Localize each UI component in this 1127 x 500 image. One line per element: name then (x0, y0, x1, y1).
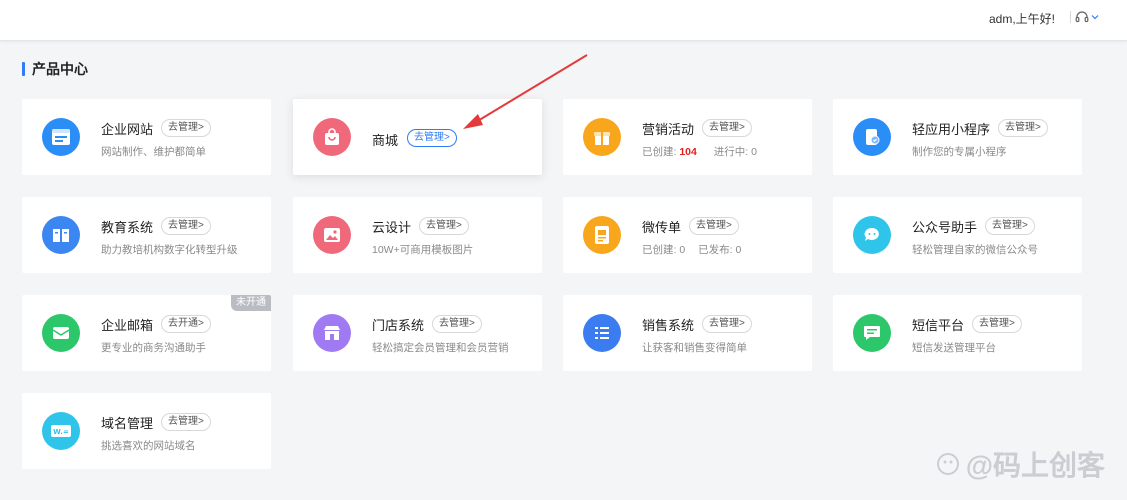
published-label: 已发布: (698, 244, 733, 256)
manage-button[interactable]: 去管理> (972, 315, 1022, 333)
product-desc: 制作您的专属小程序 (912, 146, 1007, 158)
message-icon (853, 314, 891, 352)
product-name: 商城 (372, 133, 399, 148)
product-card-email[interactable]: 未开通 企业邮箱 去开通> 更专业的商务沟通助手 (22, 295, 271, 371)
product-desc: 让获客和销售变得简单 (642, 342, 747, 354)
watermark-text: @码上创客 (965, 450, 1105, 481)
created-count: 0 (679, 244, 686, 256)
product-name: 企业网站 (101, 122, 154, 137)
manage-button[interactable]: 去管理> (407, 129, 457, 147)
manage-button[interactable]: 去管理> (985, 217, 1035, 235)
product-name: 企业邮箱 (101, 318, 154, 333)
mini-program-icon (853, 118, 891, 156)
product-name: 营销活动 (642, 122, 695, 137)
watermark-logo-icon (936, 453, 959, 475)
product-name: 公众号助手 (912, 220, 978, 235)
headset-icon (1075, 11, 1089, 23)
manage-button[interactable]: 去管理> (998, 119, 1048, 137)
product-desc: 轻松搞定会员管理和会员营销 (372, 342, 509, 354)
product-name: 短信平台 (912, 318, 965, 333)
product-desc: 轻松管理自家的微信公众号 (912, 244, 1038, 256)
product-name: 轻应用小程序 (912, 122, 991, 137)
product-name: 域名管理 (101, 416, 154, 431)
product-desc: 网站制作、维护都简单 (101, 146, 206, 158)
product-name: 销售系统 (642, 318, 695, 333)
section-title: 产品中心 (32, 61, 88, 77)
user-greeting: adm,上午好! (988, 12, 1055, 26)
product-card-website[interactable]: 企业网站 去管理> 网站制作、维护都简单 (22, 99, 271, 175)
chat-icon (853, 216, 891, 254)
svg-text:W.=: W.= (53, 428, 69, 436)
product-card-mall[interactable]: 商城 去管理> (293, 99, 542, 175)
product-stats: 已创建: 0 已发布: 0 (642, 242, 741, 257)
product-desc: 短信发送管理平台 (912, 342, 996, 354)
product-card-sms[interactable]: 短信平台 去管理> 短信发送管理平台 (833, 295, 1082, 371)
product-card-cloud-design[interactable]: 云设计 去管理> 10W+可商用模板图片 (293, 197, 542, 273)
created-label: 已创建: (642, 244, 677, 256)
top-bar: adm,上午好! (0, 0, 1127, 41)
image-icon (313, 216, 351, 254)
product-card-education[interactable]: 教育系统 去管理> 助力教培机构数字化转型升级 (22, 197, 271, 273)
product-name: 门店系统 (372, 318, 425, 333)
manage-button[interactable]: 去管理> (161, 119, 211, 137)
product-name: 教育系统 (101, 220, 154, 235)
manage-button[interactable]: 去管理> (702, 119, 752, 137)
watermark: @码上创客 (936, 444, 1105, 484)
product-card-flyer[interactable]: 微传单 去管理> 已创建: 0 已发布: 0 (563, 197, 812, 273)
product-card-store[interactable]: 门店系统 去管理> 轻松搞定会员管理和会员营销 (293, 295, 542, 371)
manage-button[interactable]: 去管理> (702, 315, 752, 333)
chevron-down-icon (1091, 15, 1099, 20)
support-menu[interactable] (1075, 8, 1099, 26)
created-count: 104 (679, 146, 697, 158)
manage-button[interactable]: 去管理> (161, 413, 211, 431)
product-card-marketing[interactable]: 营销活动 去管理> 已创建: 104 进行中: 0 (563, 99, 812, 175)
product-name: 云设计 (372, 220, 412, 235)
book-icon (42, 216, 80, 254)
product-card-miniapp[interactable]: 轻应用小程序 去管理> 制作您的专属小程序 (833, 99, 1082, 175)
product-card-wechat-helper[interactable]: 公众号助手 去管理> 轻松管理自家的微信公众号 (833, 197, 1082, 273)
website-icon (42, 118, 80, 156)
domain-icon: W.= (42, 412, 80, 450)
store-icon (313, 314, 351, 352)
manage-button[interactable]: 去管理> (432, 315, 482, 333)
section-accent-bar (22, 62, 25, 76)
product-desc: 挑选喜欢的网站域名 (101, 440, 196, 452)
section-header: 产品中心 (22, 60, 88, 78)
flyer-icon (583, 216, 621, 254)
status-badge: 未开通 (231, 295, 271, 311)
product-card-domain[interactable]: W.= 域名管理 去管理> 挑选喜欢的网站域名 (22, 393, 271, 469)
product-desc: 更专业的商务沟通助手 (101, 342, 206, 354)
product-desc: 助力教培机构数字化转型升级 (101, 244, 238, 256)
manage-button[interactable]: 去管理> (419, 217, 469, 235)
activate-button[interactable]: 去开通> (161, 315, 211, 333)
shopping-bag-icon (313, 118, 351, 156)
gift-icon (583, 118, 621, 156)
manage-button[interactable]: 去管理> (161, 217, 211, 235)
published-count: 0 (735, 244, 742, 256)
running-label: 进行中: (713, 146, 749, 158)
product-desc: 10W+可商用模板图片 (372, 244, 474, 256)
product-name: 微传单 (642, 220, 682, 235)
product-stats: 已创建: 104 进行中: 0 (642, 144, 757, 159)
running-count: 0 (751, 146, 757, 158)
created-label: 已创建: (642, 146, 677, 158)
product-card-sales[interactable]: 销售系统 去管理> 让获客和销售变得简单 (563, 295, 812, 371)
manage-button[interactable]: 去管理> (689, 217, 739, 235)
list-icon (583, 314, 621, 352)
mail-icon (42, 314, 80, 352)
topbar-divider (1070, 11, 1071, 23)
